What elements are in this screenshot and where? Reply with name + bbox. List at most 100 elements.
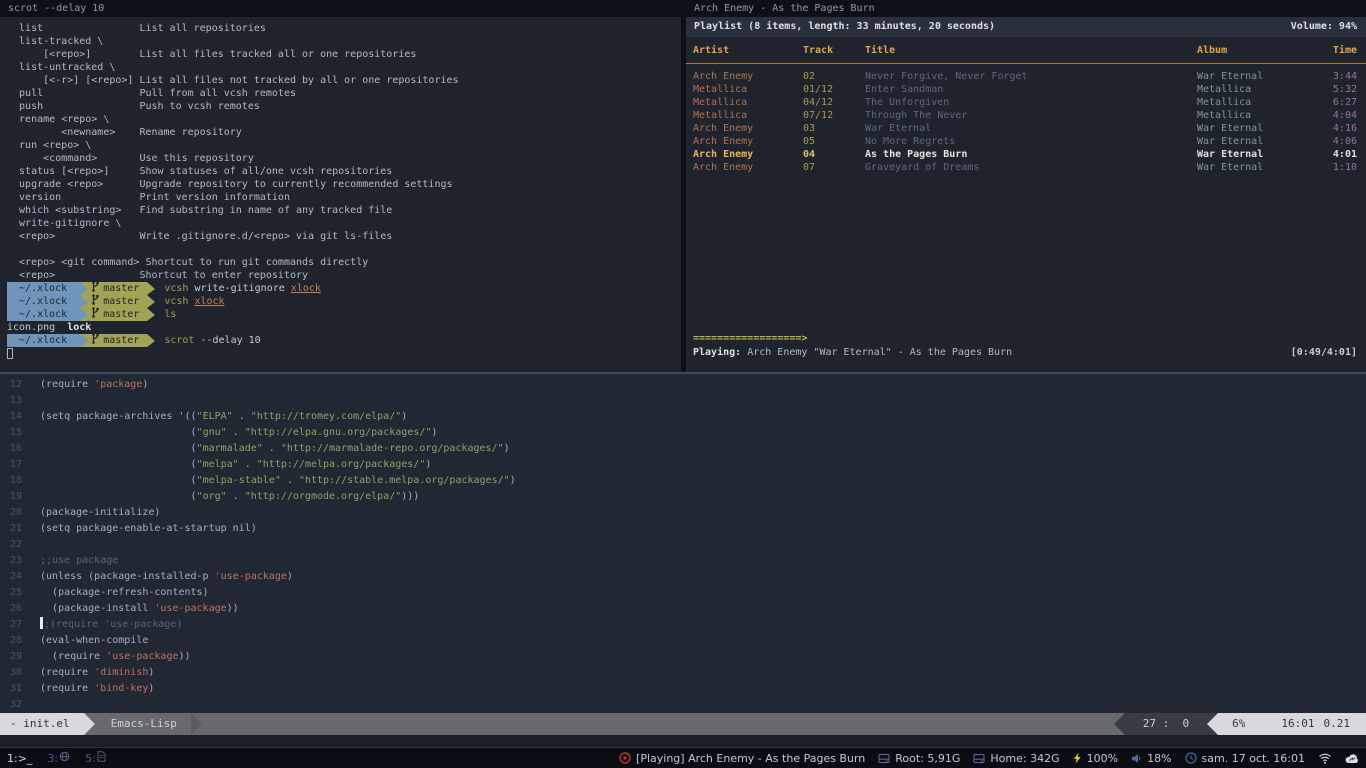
column-title: Title	[865, 37, 1197, 65]
code-text: "http://tromey.com/elpa/"	[251, 411, 402, 422]
cell-time: 4:16	[1309, 122, 1357, 135]
terminal-titlebar[interactable]: scrot --delay 10	[0, 0, 681, 17]
track-position: [0:49/4:01]	[1291, 346, 1357, 359]
progress-bar[interactable]: ==================>	[693, 332, 807, 345]
code-text: )	[431, 427, 437, 438]
cell-track: 07/12	[803, 109, 865, 122]
code-text: "marmalade"	[197, 443, 263, 454]
terminal-line: <repo> Write .gitignore.d/<repo> via git…	[7, 230, 681, 243]
cell-artist: Metallica	[693, 83, 803, 96]
code-line: 19 ("org" . "http://orgmode.org/elpa/"))…	[0, 489, 1366, 505]
cell-album: Metallica	[1197, 96, 1309, 109]
code-text: 'package	[94, 379, 142, 390]
code-text: "ELPA"	[197, 411, 233, 422]
code-text: "melpa-stable"	[197, 475, 281, 486]
playlist-row[interactable]: Arch Enemy03War EternalWar Eternal4:16	[686, 122, 1366, 135]
terminal-line: list-tracked \	[7, 35, 681, 48]
playlist-row[interactable]: Arch Enemy07Graveyard of DreamsWar Etern…	[686, 161, 1366, 174]
playlist-row[interactable]: Metallica01/12Enter SandmanMetallica5:32	[686, 83, 1366, 96]
player-titlebar[interactable]: Arch Enemy - As the Pages Burn	[686, 0, 1366, 17]
cell-artist: Metallica	[693, 96, 803, 109]
cell-artist: Arch Enemy	[693, 135, 803, 148]
workspace-button[interactable]: 5:	[85, 751, 106, 765]
playlist-row[interactable]: Arch Enemy02Never Forgive, Never ForgetW…	[686, 70, 1366, 83]
code-line: 25 (package-refresh-contents)	[0, 585, 1366, 601]
code-text: (require	[40, 379, 94, 390]
workspace-button[interactable]: 3:	[47, 751, 70, 765]
cursor-position: 27 : 0	[1125, 713, 1207, 735]
line-number: 30	[0, 665, 40, 681]
editor-cursor	[40, 617, 43, 629]
cell-album: War Eternal	[1197, 161, 1309, 174]
code-line: 18 ("melpa-stable" . "http://stable.melp…	[0, 473, 1366, 489]
code-text: )	[504, 443, 510, 454]
code-line: 12(require 'package)	[0, 377, 1366, 393]
terminal-line: [<-r>] [<repo>] List all files not track…	[7, 74, 681, 87]
git-branch-icon	[91, 307, 100, 322]
code-text: (	[40, 491, 197, 502]
powerline-arrow-icon	[147, 334, 155, 347]
powerline-arrow-icon	[1207, 713, 1218, 735]
code-text: (	[40, 459, 197, 470]
command-text: --delay 10	[194, 334, 260, 347]
command-text: vcsh	[164, 295, 188, 308]
line-number: 12	[0, 377, 40, 393]
load-average: 0.21	[1324, 713, 1351, 735]
code-text: (require	[40, 683, 94, 694]
branch-name: master	[103, 308, 139, 321]
cell-artist: Arch Enemy	[693, 122, 803, 135]
code-text: )	[401, 411, 407, 422]
powerline-arrow-icon	[147, 308, 155, 321]
code-buffer[interactable]: 12(require 'package)1314(setq package-ar…	[0, 374, 1366, 713]
datetime: sam. 17 oct. 16:01	[1185, 752, 1305, 765]
code-text: 'use-package	[215, 571, 287, 582]
terminal-line: <newname> Rename repository	[7, 126, 681, 139]
cell-time: 5:32	[1309, 83, 1357, 96]
code-text: "http://melpa.org/packages/"	[257, 459, 426, 470]
code-text: .	[239, 459, 257, 470]
document-icon	[97, 751, 106, 765]
status-bar: 1:>_ 3: 5: [Playing] Arch Enemy - As the P…	[0, 747, 1366, 768]
cell-album: Metallica	[1197, 83, 1309, 96]
command-text: xlock	[291, 282, 321, 295]
cell-album: War Eternal	[1197, 122, 1309, 135]
major-mode[interactable]: Emacs-Lisp	[95, 713, 191, 735]
powerline-arrow-icon	[147, 282, 155, 295]
terminal-line: list List all repositories	[7, 22, 681, 35]
cell-album: War Eternal	[1197, 135, 1309, 148]
powerline-arrow-icon	[84, 713, 95, 735]
terminal-output[interactable]: list List all repositories list-tracked …	[0, 17, 681, 360]
cell-time: 6:27	[1309, 96, 1357, 109]
code-text: (	[40, 427, 197, 438]
playlist-row[interactable]: Arch Enemy05No More RegretsWar Eternal4:…	[686, 135, 1366, 148]
volume-indicator: Volume: 94%	[1291, 17, 1357, 37]
cloud-sync	[1345, 753, 1359, 764]
playlist-row[interactable]: Metallica07/12Through The NeverMetallica…	[686, 109, 1366, 122]
disk-home: Home: 342G	[973, 752, 1059, 765]
code-text: ))	[227, 603, 239, 614]
volume: 18%	[1131, 752, 1171, 765]
cell-track: 05	[803, 135, 865, 148]
terminal-line: <repo> <git command> Shortcut to run git…	[7, 256, 681, 269]
code-text: .	[263, 443, 281, 454]
terminal-line: pull Pull from all vcsh remotes	[7, 87, 681, 100]
playlist-row[interactable]: Metallica04/12The UnforgivenMetallica6:2…	[686, 96, 1366, 109]
workspace-button[interactable]: 1:>_	[7, 751, 32, 765]
buffer-name: - init.el	[0, 713, 84, 735]
clock-icon	[1185, 752, 1197, 764]
line-number: 26	[0, 601, 40, 617]
now-playing-text: [Playing] Arch Enemy - As the Pages Burn	[636, 752, 865, 765]
code-text: "melpa"	[197, 459, 239, 470]
terminal-line: <repo> Shortcut to enter repository	[7, 269, 681, 282]
code-text: 'diminish	[94, 667, 148, 678]
column-artist: Artist	[693, 37, 803, 65]
playlist-row-playing[interactable]: Arch Enemy04As the Pages BurnWar Eternal…	[686, 148, 1366, 161]
line-number: 22	[0, 537, 40, 553]
modeline-filler	[202, 713, 1114, 735]
modeline-time: 16:01	[1281, 713, 1314, 735]
command-text: scrot	[164, 334, 194, 347]
cell-title: Through The Never	[865, 109, 1197, 122]
code-text: ))	[178, 651, 190, 662]
cell-album: War Eternal	[1197, 70, 1309, 83]
shell-prompt-line: ~/.xlock masterls	[7, 308, 681, 321]
